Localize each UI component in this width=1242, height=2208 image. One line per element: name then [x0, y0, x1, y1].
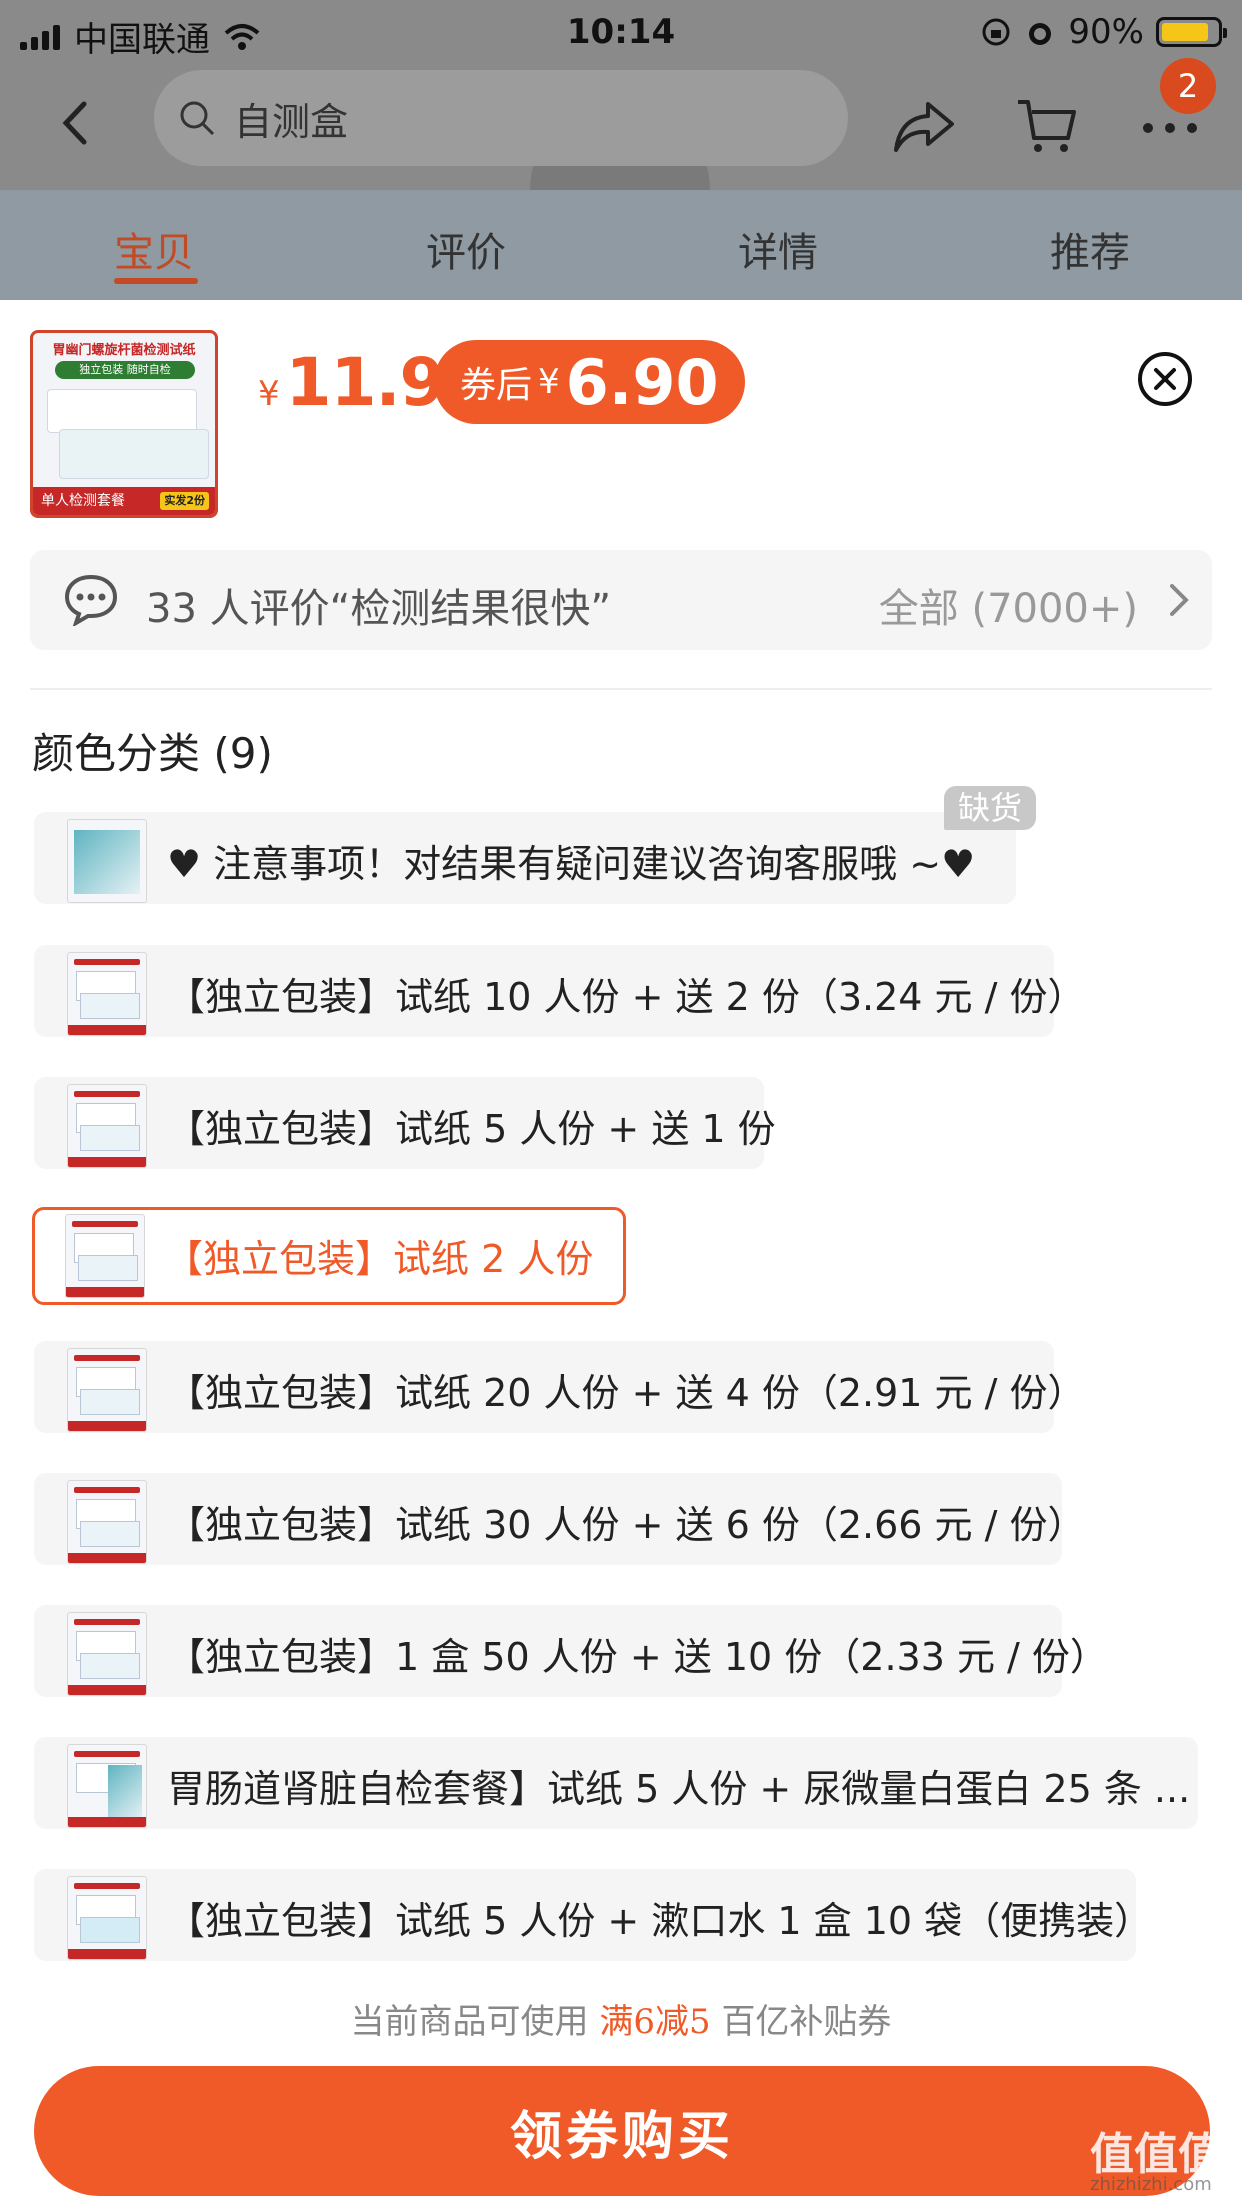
coupon-note-highlight: 满6减5: [599, 2002, 711, 2042]
sku-thumbnail: [67, 819, 147, 903]
watermark-sub: zhizhizhi.com: [1090, 2174, 1212, 2195]
sku-option-notice[interactable]: ♥ 注意事项！对结果有疑问建议咨询客服哦 ~♥: [34, 812, 1016, 904]
thumbnail-card: [59, 429, 209, 479]
watermark: 值值值 zhizhizhi.com: [1090, 2118, 1222, 2195]
sku-label: 【独立包装】试纸 20 人份 + 送 4 份（2.91 元 / 份）: [167, 1371, 1086, 1415]
close-button[interactable]: [1138, 352, 1192, 406]
divider: [30, 688, 1212, 690]
coupon-label: 券后: [460, 365, 533, 406]
sku-label: 【独立包装】试纸 5 人份 + 漱口水 1 盒 10 袋（便携装）: [167, 1899, 1153, 1943]
price-currency: ¥: [258, 374, 280, 414]
thumbnail-title: 胃幽门螺旋杆菌检测试纸: [52, 343, 196, 358]
sku-label: 【独立包装】试纸 5 人份 + 送 1 份: [167, 1107, 776, 1151]
sku-thumbnail: [67, 1480, 147, 1564]
battery-icon: [1156, 17, 1227, 47]
out-of-stock-tag: 缺货: [944, 786, 1037, 830]
price-amount: 11.9: [285, 344, 446, 421]
sku-label: 【独立包装】试纸 2 人份: [165, 1237, 594, 1281]
sku-option-5-plus-1[interactable]: 【独立包装】试纸 5 人份 + 送 1 份: [34, 1077, 776, 1169]
coupon-note-prefix: 当前商品可使用: [350, 2002, 589, 2042]
coupon-note-suffix: 百亿补贴券: [721, 2002, 892, 2042]
sku-thumbnail: [65, 1214, 145, 1298]
rotation-lock-icon: [982, 18, 1010, 46]
active-tab-indicator: [114, 278, 198, 284]
search-icon: [180, 101, 215, 136]
all-reviews-link[interactable]: 全部 (7000+): [879, 576, 1138, 634]
thumbnail-card: [47, 389, 197, 433]
sku-option-20-plus-4[interactable]: 【独立包装】试纸 20 人份 + 送 4 份（2.91 元 / 份）: [34, 1341, 1086, 1433]
coupon-price-badge: 券后 ¥ 6.90: [434, 340, 745, 424]
battery-percent: 90%: [1068, 12, 1144, 52]
status-right: 90%: [980, 12, 1227, 52]
price: ¥ 11.9: [258, 344, 446, 421]
sku-label: 【独立包装】1 盒 50 人份 + 送 10 份（2.33 元 / 份）: [167, 1635, 1108, 1679]
sku-option-30-plus-6[interactable]: 【独立包装】试纸 30 人份 + 送 6 份（2.66 元 / 份）: [34, 1473, 1086, 1565]
sku-option-50-plus-10[interactable]: 【独立包装】1 盒 50 人份 + 送 10 份（2.33 元 / 份）: [34, 1605, 1108, 1697]
sku-thumbnail: [67, 1876, 147, 1960]
product-thumbnail[interactable]: 胃幽门螺旋杆菌检测试纸 独立包装 随时自检 单人检测套餐 实发2份: [30, 330, 218, 518]
status-bar: 中国联通 10:14 90%: [0, 0, 1242, 62]
coupon-currency: ¥: [538, 362, 560, 402]
sku-option-10-plus-2[interactable]: 【独立包装】试纸 10 人份 + 送 2 份（3.24 元 / 份）: [34, 945, 1086, 1037]
thumbnail-pill: 独立包装 随时自检: [55, 361, 195, 379]
sku-thumbnail: [67, 1084, 147, 1168]
thumbnail-footer-text: 单人检测套餐: [41, 493, 125, 509]
share-icon[interactable]: [892, 94, 956, 158]
sku-option-2-selected[interactable]: 【独立包装】试纸 2 人份: [32, 1207, 626, 1305]
sku-thumbnail: [67, 952, 147, 1036]
sku-thumbnail: [67, 1744, 147, 1828]
close-icon: [1154, 368, 1176, 390]
sku-label: 【独立包装】试纸 10 人份 + 送 2 份（3.24 元 / 份）: [167, 975, 1086, 1019]
coupon-note: 当前商品可使用 满6减5 百亿补贴券: [0, 1994, 1242, 2043]
sku-label: 【独立包装】试纸 30 人份 + 送 6 份（2.66 元 / 份）: [167, 1503, 1086, 1547]
section-title: 颜色分类 (9): [32, 729, 273, 778]
search-bar[interactable]: 自测盒: [154, 70, 848, 166]
search-text: 自测盒: [234, 99, 349, 144]
sku-label: ♥ 注意事项！对结果有疑问建议咨询客服哦 ~♥: [167, 842, 976, 886]
review-summary-bar[interactable]: 33 人评价“检测结果很快” 全部 (7000+): [30, 550, 1212, 650]
back-icon[interactable]: [52, 98, 102, 148]
sku-option-kidney-kit[interactable]: 胃肠道肾脏自检套餐】试纸 5 人份 + 尿微量白蛋白 25 条 ...: [34, 1737, 1198, 1829]
chat-bubble-icon: [64, 574, 118, 626]
sku-label: 胃肠道肾脏自检套餐】试纸 5 人份 + 尿微量白蛋白 25 条 ...: [167, 1767, 1191, 1811]
sku-option-mouthwash[interactable]: 【独立包装】试纸 5 人份 + 漱口水 1 盒 10 袋（便携装）: [34, 1869, 1152, 1961]
coupon-price: 6.90: [565, 345, 719, 419]
product-tabs: 宝贝 评价 详情 推荐: [0, 190, 1242, 300]
cart-count-badge: 2: [1160, 58, 1216, 114]
tab-details[interactable]: 详情: [738, 220, 818, 278]
claim-coupon-buy-button[interactable]: 领券购买: [34, 2066, 1210, 2196]
sku-sheet: 胃幽门螺旋杆菌检测试纸 独立包装 随时自检 单人检测套餐 实发2份 ¥ 11.9…: [0, 300, 1242, 2208]
watermark-main: 值值值: [1090, 2129, 1222, 2180]
thumbnail-footer: 单人检测套餐 实发2份: [33, 487, 215, 515]
cart-icon[interactable]: [1014, 94, 1078, 158]
tab-baobei[interactable]: 宝贝: [114, 220, 194, 278]
tab-recommend[interactable]: 推荐: [1050, 220, 1130, 278]
review-summary-text: 33 人评价“检测结果很快”: [146, 586, 612, 632]
sku-thumbnail: [67, 1348, 147, 1432]
background-page: 中国联通 10:14 90% 自测盒 2 宝贝 评价 详情 推荐: [0, 0, 1242, 300]
thumbnail-footer-tag: 实发2份: [160, 492, 209, 510]
sku-thumbnail: [67, 1612, 147, 1696]
chevron-right-icon: [1170, 584, 1189, 616]
tab-reviews[interactable]: 评价: [426, 220, 506, 278]
top-nav: 自测盒: [0, 62, 1242, 188]
alarm-icon: [1029, 23, 1052, 45]
